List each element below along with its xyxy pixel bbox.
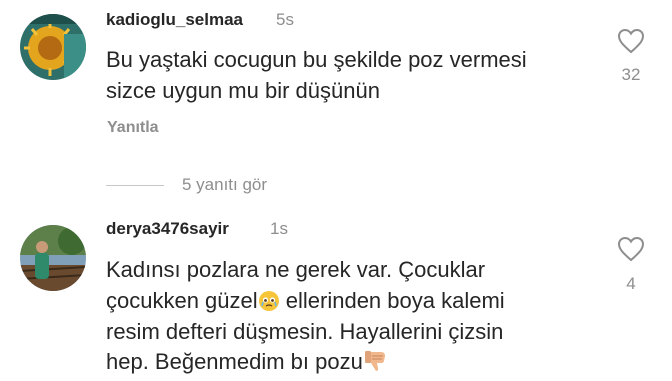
comment-text-part: çocukken güzel bbox=[106, 288, 258, 313]
comment-text-line-2: sizce uygun mu bir düşünün bbox=[106, 78, 380, 103]
comment-text-line-2: çocukken güzel ellerinden boya kalemi bbox=[106, 285, 505, 320]
comment-time: 1s bbox=[270, 219, 288, 238]
comment-text-part: hep. Beğenmedim bı pozu bbox=[106, 349, 363, 374]
avatar[interactable] bbox=[20, 225, 86, 291]
like-count: 32 bbox=[621, 65, 641, 84]
heart-icon bbox=[616, 28, 646, 54]
view-replies-button[interactable]: 5 yanıtı gör bbox=[106, 175, 267, 195]
heart-icon bbox=[616, 236, 646, 262]
like-button[interactable] bbox=[616, 236, 646, 262]
like-button[interactable] bbox=[616, 28, 646, 54]
replies-divider bbox=[106, 184, 164, 186]
like-count: 4 bbox=[626, 274, 636, 293]
avatar[interactable] bbox=[20, 14, 86, 80]
comment-username[interactable]: derya3476sayir bbox=[106, 219, 229, 239]
comment-text-line-1: Bu yaştaki cocugun bu şekilde poz vermes… bbox=[106, 47, 527, 72]
reply-button[interactable]: Yanıtla bbox=[107, 119, 159, 137]
comment-text-line-1: Kadınsı pozlara ne gerek var. Çocuklar bbox=[106, 257, 486, 282]
thumbs-down-emoji-icon bbox=[363, 349, 389, 381]
view-replies-label: 5 yanıtı gör bbox=[182, 175, 268, 194]
comment-text-line-3: resim defteri düşmesin. Hayallerini çizs… bbox=[106, 319, 504, 344]
comment-username[interactable]: kadioglu_selmaa bbox=[106, 10, 243, 30]
comment-text-line-4: hep. Beğenmedim bı pozu bbox=[106, 346, 389, 381]
comment-time: 5s bbox=[276, 10, 294, 29]
comment-text-part: ellerinden boya kalemi bbox=[279, 288, 505, 313]
